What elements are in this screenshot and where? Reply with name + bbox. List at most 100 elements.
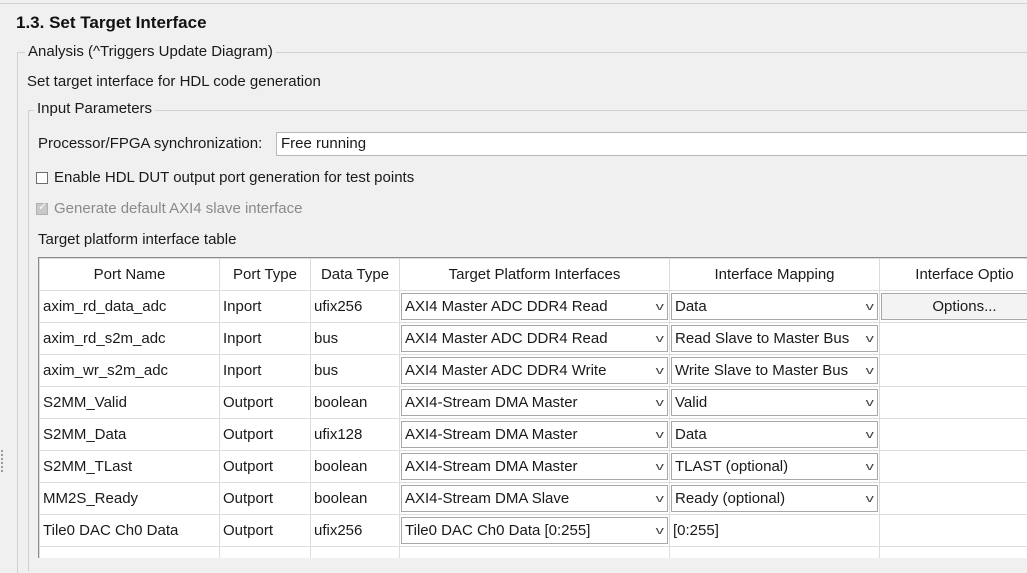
interface-mapping-value: Data	[675, 298, 707, 315]
port-name-cell: axim_rd_s2m_adc	[40, 323, 220, 355]
chevron-down-icon: v	[655, 397, 663, 409]
target-interface-dropdown[interactable]: AXI4-Stream DMA Master v	[401, 453, 668, 480]
port-type-cell: Inport	[220, 323, 311, 355]
target-interface-cell: AXI4 Master ADC DDR4 Read v	[400, 323, 670, 355]
port-name-cell: S2MM_TLast	[40, 451, 220, 483]
table-row[interactable]: axim_rd_data_adcInportufix256 AXI4 Maste…	[40, 291, 1027, 323]
header-interface-options: Interface Optio	[880, 259, 1027, 291]
interface-mapping-dropdown[interactable]: Valid v	[671, 389, 878, 416]
port-name-cell	[40, 547, 220, 559]
target-interface-cell: AXI4-Stream DMA Slave v	[400, 483, 670, 515]
port-name-cell: S2MM_Data	[40, 419, 220, 451]
interface-mapping-cell[interactable]	[670, 547, 880, 559]
data-type-cell	[311, 547, 400, 559]
generate-axi4-label: Generate default AXI4 slave interface	[54, 200, 303, 217]
target-interface-cell: AXI4-Stream DMA Master v	[400, 387, 670, 419]
target-interface-cell: AXI4 Master ADC DDR4 Read v	[400, 291, 670, 323]
chevron-down-icon: v	[655, 333, 663, 345]
interface-table-container: Port Name Port Type Data Type Target Pla…	[38, 257, 1027, 558]
interface-mapping-cell: Data v	[670, 419, 880, 451]
target-interface-cell: Tile0 DAC Ch0 Data [0:255] v	[400, 515, 670, 547]
interface-options-cell	[880, 515, 1027, 547]
data-type-cell: ufix128	[311, 419, 400, 451]
interface-mapping-cell: Write Slave to Master Bus v	[670, 355, 880, 387]
header-port-type: Port Type	[220, 259, 311, 291]
interface-mapping-value: Write Slave to Master Bus	[675, 362, 848, 379]
sync-label: Processor/FPGA synchronization:	[38, 135, 262, 152]
interface-mapping-value: Valid	[675, 394, 707, 411]
enable-dut-output-checkbox[interactable]	[36, 172, 48, 184]
table-row[interactable]	[40, 547, 1027, 559]
target-interface-cell: AXI4-Stream DMA Master v	[400, 451, 670, 483]
enable-dut-output-label: Enable HDL DUT output port generation fo…	[54, 169, 414, 186]
target-interface-dropdown[interactable]: AXI4 Master ADC DDR4 Read v	[401, 325, 668, 352]
port-type-cell: Outport	[220, 387, 311, 419]
interface-mapping-dropdown[interactable]: Data v	[671, 421, 878, 448]
interface-mapping-dropdown[interactable]: Data v	[671, 293, 878, 320]
table-row[interactable]: axim_wr_s2m_adcInportbus AXI4 Master ADC…	[40, 355, 1027, 387]
interface-options-cell	[880, 451, 1027, 483]
port-name-cell: S2MM_Valid	[40, 387, 220, 419]
target-interface-dropdown[interactable]: AXI4-Stream DMA Master v	[401, 421, 668, 448]
chevron-down-icon: v	[865, 365, 873, 377]
chevron-down-icon: v	[655, 525, 663, 537]
target-interface-value: AXI4 Master ADC DDR4 Read	[405, 330, 608, 347]
target-interface-value: Tile0 DAC Ch0 Data [0:255]	[405, 522, 590, 539]
interface-mapping-cell: TLAST (optional) v	[670, 451, 880, 483]
analysis-description: Set target interface for HDL code genera…	[27, 73, 321, 90]
target-interface-cell: AXI4-Stream DMA Master v	[400, 419, 670, 451]
options-button[interactable]: Options...	[881, 293, 1027, 320]
chevron-down-icon: v	[655, 365, 663, 377]
interface-options-cell	[880, 547, 1027, 559]
header-port-name: Port Name	[40, 259, 220, 291]
enable-dut-output-checkbox-row[interactable]: Enable HDL DUT output port generation fo…	[36, 169, 414, 186]
interface-mapping-cell[interactable]: [0:255]	[670, 515, 880, 547]
port-type-cell: Outport	[220, 483, 311, 515]
interface-mapping-cell: Read Slave to Master Bus v	[670, 323, 880, 355]
top-divider	[0, 3, 1027, 4]
chevron-down-icon: v	[865, 333, 873, 345]
interface-mapping-dropdown[interactable]: Ready (optional) v	[671, 485, 878, 512]
interface-mapping-cell: Data v	[670, 291, 880, 323]
resize-grip[interactable]	[1, 450, 3, 472]
data-type-cell: bus	[311, 355, 400, 387]
analysis-legend: Analysis (^Triggers Update Diagram)	[25, 43, 276, 60]
table-row[interactable]: axim_rd_s2m_adcInportbus AXI4 Master ADC…	[40, 323, 1027, 355]
interface-options-cell	[880, 355, 1027, 387]
target-interface-dropdown[interactable]: AXI4-Stream DMA Master v	[401, 389, 668, 416]
port-type-cell: Outport	[220, 451, 311, 483]
port-type-cell: Outport	[220, 419, 311, 451]
interface-mapping-dropdown[interactable]: TLAST (optional) v	[671, 453, 878, 480]
input-parameters-legend: Input Parameters	[34, 100, 155, 117]
interface-options-cell	[880, 387, 1027, 419]
table-row[interactable]: S2MM_DataOutportufix128 AXI4-Stream DMA …	[40, 419, 1027, 451]
chevron-down-icon: v	[865, 461, 873, 473]
interface-mapping-cell: Valid v	[670, 387, 880, 419]
interface-options-cell	[880, 419, 1027, 451]
target-interface-dropdown[interactable]: Tile0 DAC Ch0 Data [0:255] v	[401, 517, 668, 544]
interface-mapping-dropdown[interactable]: Write Slave to Master Bus v	[671, 357, 878, 384]
data-type-cell: boolean	[311, 483, 400, 515]
interface-mapping-dropdown[interactable]: Read Slave to Master Bus v	[671, 325, 878, 352]
target-interface-dropdown[interactable]: AXI4 Master ADC DDR4 Read v	[401, 293, 668, 320]
target-interface-value: AXI4 Master ADC DDR4 Write	[405, 362, 606, 379]
port-type-cell: Inport	[220, 355, 311, 387]
target-interface-cell: AXI4 Master ADC DDR4 Write v	[400, 355, 670, 387]
interface-mapping-value: Data	[675, 426, 707, 443]
table-row[interactable]: S2MM_ValidOutportboolean AXI4-Stream DMA…	[40, 387, 1027, 419]
table-row[interactable]: S2MM_TLastOutportboolean AXI4-Stream DMA…	[40, 451, 1027, 483]
sync-input[interactable]: Free running	[276, 132, 1027, 156]
target-interface-value: AXI4-Stream DMA Master	[405, 426, 578, 443]
header-target-platform-interfaces: Target Platform Interfaces	[400, 259, 670, 291]
target-interface-dropdown[interactable]: AXI4 Master ADC DDR4 Write v	[401, 357, 668, 384]
target-interface-dropdown[interactable]: AXI4-Stream DMA Slave v	[401, 485, 668, 512]
port-type-cell: Outport	[220, 515, 311, 547]
interface-mapping-value: TLAST (optional)	[675, 458, 788, 475]
table-row[interactable]: Tile0 DAC Ch0 DataOutportufix256 Tile0 D…	[40, 515, 1027, 547]
table-row[interactable]: MM2S_ReadyOutportboolean AXI4-Stream DMA…	[40, 483, 1027, 515]
generate-axi4-checkbox-row: Generate default AXI4 slave interface	[36, 200, 303, 217]
data-type-cell: ufix256	[311, 291, 400, 323]
table-header-row: Port Name Port Type Data Type Target Pla…	[40, 259, 1027, 291]
interface-table: Port Name Port Type Data Type Target Pla…	[39, 258, 1027, 558]
chevron-down-icon: v	[655, 429, 663, 441]
